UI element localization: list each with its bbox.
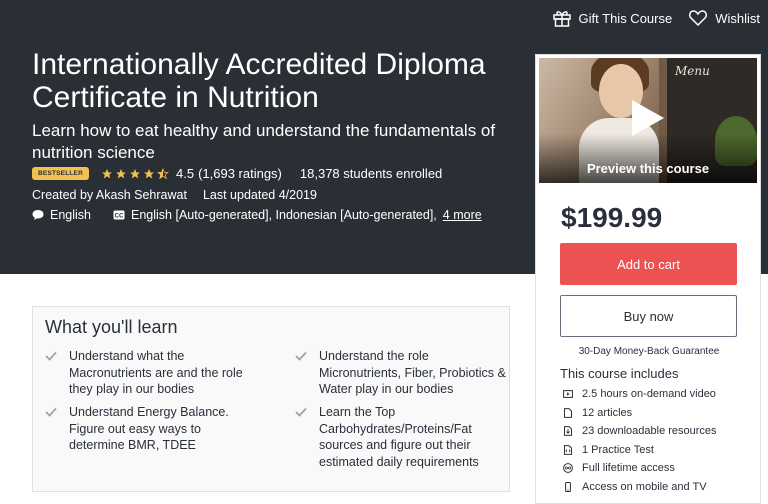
add-to-cart-button[interactable]: Add to cart: [560, 243, 737, 285]
star-icon: [129, 168, 140, 178]
heart-icon: [689, 10, 708, 27]
learn-item-text: Understand the role Micronutrients, Fibe…: [319, 349, 506, 396]
code-icon: [564, 444, 572, 455]
learn-title: What you'll learn: [45, 317, 178, 337]
includes-label: 23 downloadable resources: [582, 425, 717, 438]
check-icon: [45, 351, 57, 361]
check-icon: [45, 407, 57, 417]
star-icon: [143, 168, 154, 178]
language-row: English CC English [Auto-generated], Ind…: [32, 208, 482, 222]
learn-item-text: Learn the Top Carbohydrates/Proteins/Fat…: [319, 405, 479, 469]
includes-label: 2.5 hours on-demand video: [582, 388, 716, 401]
rating-row: BESTSELLER 4.5 (1,693 ratings) 18,378 st…: [32, 166, 442, 181]
course-price: $199.99: [561, 202, 663, 233]
includes-label: Access on mobile and TV: [582, 480, 707, 493]
ratings-count[interactable]: (1,693 ratings): [198, 166, 282, 181]
includes-item: 2.5 hours on-demand video: [563, 385, 717, 404]
learn-item-text: Understand what the Macronutrients are a…: [69, 349, 243, 396]
learn-item: Understand Energy Balance. Figure out ea…: [45, 404, 259, 454]
includes-item: Full lifetime access: [563, 459, 717, 478]
what-you-learn-box: What you'll learn Understand what the Ma…: [32, 306, 510, 492]
last-updated: Last updated 4/2019: [202, 188, 317, 202]
learn-item: Learn the Top Carbohydrates/Proteins/Fat…: [295, 404, 509, 470]
students-enrolled: 18,378 students enrolled: [299, 166, 443, 181]
bestseller-badge: BESTSELLER: [32, 167, 89, 180]
star-icon: [115, 168, 126, 178]
star-icon: [101, 168, 112, 178]
svg-text:CC: CC: [115, 214, 124, 220]
wishlist-button[interactable]: Wishlist: [688, 8, 760, 28]
star-rating: [101, 167, 169, 180]
buy-now-button[interactable]: Buy now: [560, 295, 737, 337]
mobile-icon: [565, 481, 571, 492]
includes-label: Full lifetime access: [582, 462, 675, 475]
includes-item: 23 downloadable resources: [563, 422, 717, 441]
check-icon: [295, 351, 307, 361]
download-icon: [564, 426, 572, 437]
video-icon: [563, 390, 573, 399]
learn-item: Understand what the Macronutrients are a…: [45, 348, 259, 398]
speech-bubble-icon: [32, 210, 44, 220]
play-icon[interactable]: [632, 100, 664, 136]
includes-item: 12 articles: [563, 404, 717, 423]
rating-value: 4.5: [175, 166, 195, 181]
learn-item: Understand the role Micronutrients, Fibe…: [295, 348, 509, 398]
gift-icon: [552, 11, 571, 27]
closed-captions-icon: CC: [113, 210, 125, 220]
includes-label: 12 articles: [582, 406, 633, 419]
captions-languages: English [Auto-generated], Indonesian [Au…: [131, 208, 437, 222]
course-meta: Created by Akash Sehrawat Last updated 4…: [32, 188, 317, 202]
file-icon: [564, 407, 572, 418]
learn-item-text: Understand Energy Balance. Figure out ea…: [69, 405, 229, 452]
course-language: English: [50, 208, 91, 222]
purchase-card: Menu Preview this course $199.99 Add to …: [535, 54, 761, 504]
preview-label[interactable]: Preview this course: [539, 161, 757, 176]
gift-course-button[interactable]: Gift This Course: [552, 8, 673, 28]
course-title: Internationally Accredited Diploma Certi…: [32, 48, 486, 114]
wishlist-label: Wishlist: [715, 10, 760, 26]
includes-list: 2.5 hours on-demand video 12 articles 23…: [563, 385, 717, 496]
gift-label: Gift This Course: [578, 10, 673, 26]
half-star-icon: [156, 167, 169, 179]
includes-item: Access on mobile and TV: [563, 478, 717, 497]
course-preview-video[interactable]: Menu Preview this course: [539, 58, 757, 183]
money-back-guarantee: 30-Day Money-Back Guarantee: [578, 346, 720, 357]
menu-board-image: Menu: [675, 64, 710, 78]
more-languages-link[interactable]: 4 more: [443, 208, 482, 222]
top-actions: Gift This Course Wishlist: [552, 8, 760, 28]
course-subtitle: Learn how to eat healthy and understand …: [32, 121, 496, 162]
includes-title: This course includes: [560, 366, 679, 381]
infinity-icon: [563, 463, 573, 474]
created-by[interactable]: Created by Akash Sehrawat: [32, 188, 187, 202]
includes-label: 1 Practice Test: [582, 443, 654, 456]
includes-item: 1 Practice Test: [563, 441, 717, 460]
check-icon: [295, 407, 307, 417]
